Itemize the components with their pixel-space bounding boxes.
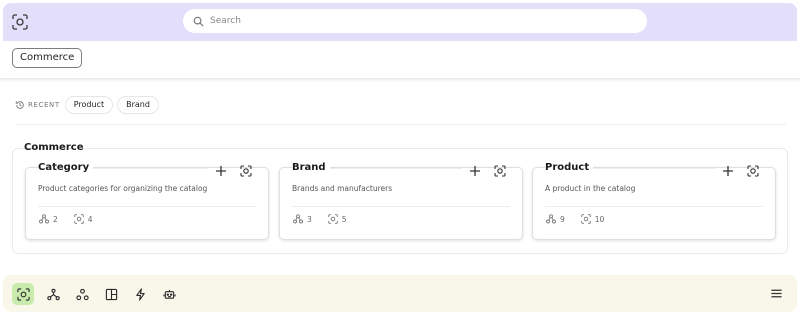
entity-card-category[interactable]: Category Product categories for organizi…: [25, 162, 269, 240]
top-header: Commerce: [0, 0, 800, 78]
card-stats: 3 5: [293, 214, 363, 224]
scan-icon[interactable]: [12, 14, 28, 30]
card-title: Brand: [292, 162, 330, 173]
card-separator: [545, 206, 763, 207]
card-description: Brands and manufacturers: [292, 184, 393, 193]
recent-chip-product[interactable]: Product: [64, 96, 114, 114]
plus-icon[interactable]: [722, 162, 734, 176]
fields-icon: [74, 214, 84, 224]
relations-icon: [293, 214, 303, 224]
fields-icon: [328, 214, 338, 224]
entity-card-product[interactable]: Product A product in the catalog 9 10: [532, 162, 776, 240]
card-stats: 2 4: [39, 214, 109, 224]
card-title: Product: [545, 162, 594, 173]
group-title: Commerce: [24, 142, 84, 153]
recent-row: RECENT Product Brand: [15, 96, 163, 114]
section-divider: [15, 124, 786, 125]
plus-icon[interactable]: [215, 162, 227, 176]
relations-icon: [546, 214, 556, 224]
nav-scan-button[interactable]: [12, 283, 34, 305]
card-separator: [292, 206, 510, 207]
search-bar[interactable]: [183, 9, 647, 33]
scan-icon[interactable]: [240, 162, 252, 177]
card-description: Product categories for organizing the ca…: [38, 184, 208, 193]
card-title: Category: [38, 162, 94, 173]
nav-robot-button[interactable]: [158, 283, 180, 305]
fields-count: 10: [594, 214, 605, 224]
recent-label: RECENT: [28, 101, 60, 109]
recent-chip-brand[interactable]: Brand: [117, 96, 159, 114]
card-separator: [38, 206, 256, 207]
hamburger-icon: [770, 289, 782, 297]
relations-icon: [39, 214, 49, 224]
header-shadow: [0, 78, 800, 82]
plus-icon[interactable]: [469, 162, 481, 176]
layout-icon: [105, 288, 117, 300]
relations-count: 9: [560, 214, 565, 224]
graph-icon: [46, 288, 60, 300]
nav-bolt-button[interactable]: [129, 283, 151, 305]
scan-icon[interactable]: [494, 162, 506, 177]
fields-count: 5: [341, 214, 347, 224]
model-chip-commerce[interactable]: Commerce: [12, 48, 83, 68]
history-icon: [15, 101, 24, 109]
bottom-toolbar: [3, 275, 797, 312]
bolt-icon: [135, 287, 145, 301]
relations-count: 3: [307, 214, 312, 224]
card-stats: 9 10: [546, 214, 620, 224]
nodes-icon: [75, 288, 89, 300]
search-icon: [193, 16, 204, 27]
card-description: A product in the catalog: [545, 184, 636, 193]
entity-card-brand[interactable]: Brand Brands and manufacturers 3 5: [279, 162, 523, 240]
nav-layout-button[interactable]: [100, 283, 122, 305]
menu-button[interactable]: [766, 283, 786, 303]
search-input[interactable]: [210, 16, 610, 26]
relations-count: 2: [53, 214, 58, 224]
scan-icon: [16, 287, 30, 301]
nav-nodes-button[interactable]: [71, 283, 93, 305]
fields-count: 4: [87, 214, 93, 224]
robot-icon: [162, 288, 176, 299]
nav-graph-button[interactable]: [42, 283, 64, 305]
fields-icon: [581, 214, 591, 224]
scan-icon[interactable]: [747, 162, 759, 177]
